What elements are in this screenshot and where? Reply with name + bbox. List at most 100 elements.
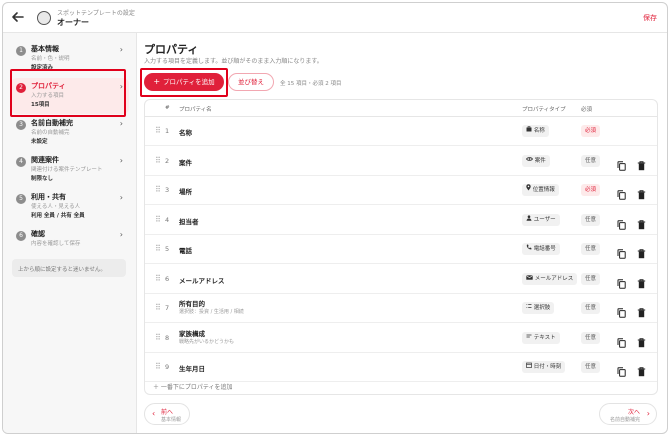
required-badge: 任意 xyxy=(581,154,601,167)
step-desc: 使える人・見える人 xyxy=(31,204,81,210)
chevron-right-icon: › xyxy=(119,45,123,54)
trash-icon[interactable] xyxy=(637,156,647,170)
copy-icon[interactable] xyxy=(617,333,627,348)
template-avatar xyxy=(37,11,51,25)
column-header-name: プロパティ名 xyxy=(179,107,212,113)
trash-icon[interactable] xyxy=(637,333,647,347)
required-badge: 任意 xyxy=(581,243,601,255)
header-title: オーナー xyxy=(57,18,89,27)
property-name: 名称 xyxy=(179,129,192,137)
property-type-label: 位置情報 xyxy=(532,187,555,193)
table-row[interactable]: ⠿ 2 案件 案件 任意 xyxy=(145,147,657,176)
drag-handle-icon[interactable]: ⠿ xyxy=(155,215,161,224)
drag-handle-icon[interactable]: ⠿ xyxy=(155,126,161,135)
property-type-badge: メールアドレス xyxy=(522,272,578,285)
step-status: 制限なし xyxy=(31,176,54,182)
step-usage-sharing[interactable]: 5 利用・共有 使える人・見える人 利用 全員 / 共有 全員 › xyxy=(11,189,129,225)
link-icon xyxy=(525,156,534,164)
property-name: 所有目的 xyxy=(179,300,205,308)
back-arrow-icon[interactable] xyxy=(11,10,27,26)
drag-handle-icon[interactable]: ⠿ xyxy=(155,333,161,342)
table-header: # プロパティ名 プロパティタイプ 必須 xyxy=(145,100,657,117)
table-row[interactable]: ⠿ 3 場所 位置情報 必須 xyxy=(145,176,657,205)
sort-button[interactable]: 並び替え xyxy=(228,73,274,91)
required-badge: 任意 xyxy=(581,361,601,373)
table-row[interactable]: ⠿ 5 電話 電話番号 任意 xyxy=(145,235,657,264)
table-row[interactable]: ⠿ 8 家族構成 戦略先がいるかどうかも テキスト 任意 xyxy=(145,324,657,353)
steps-sidebar: 1 基本情報 名前・色・説明 設定済み › 2 プロパティ 入力する項目 15項… xyxy=(3,33,137,433)
step-status: 利用 全員 / 共有 全員 xyxy=(31,213,85,219)
row-number: 7 xyxy=(165,304,170,312)
step-number: 6 xyxy=(16,231,26,241)
property-type-badge: 名称 xyxy=(522,125,549,137)
chevron-right-icon: › xyxy=(119,119,123,128)
app-window: スポットテンプレートの設定 オーナー 保存 1 基本情報 名前・色・説明 設定済… xyxy=(2,2,668,434)
trash-icon[interactable] xyxy=(637,244,647,259)
row-number: 9 xyxy=(165,363,170,371)
step-name-autocomplete[interactable]: 3 名前自動補完 名前の自動補完 未設定 › xyxy=(11,115,129,151)
header-subtitle: スポットテンプレートの設定 xyxy=(57,10,135,17)
add-property-bottom-link[interactable]: ＋ 一番下にプロパティを追加 xyxy=(153,382,233,391)
drag-handle-icon[interactable]: ⠿ xyxy=(155,244,161,253)
top-bar: スポットテンプレートの設定 オーナー 保存 xyxy=(3,3,667,33)
property-type-badge: 案件 xyxy=(522,154,550,167)
copy-icon[interactable] xyxy=(617,244,627,259)
required-badge: 任意 xyxy=(581,331,601,344)
table-row[interactable]: ⠿ 1 名称 名称 必須 xyxy=(145,117,657,146)
page-description: 入力する項目を定義します。並び順がそのまま入力順になります。 xyxy=(144,58,323,65)
property-type-badge: ユーザー xyxy=(522,213,560,226)
copy-icon[interactable] xyxy=(617,156,627,171)
page-title: プロパティ xyxy=(144,43,199,56)
user-icon xyxy=(526,214,532,223)
table-row[interactable]: ⠿ 9 生年月日 日付・時刻 任意 xyxy=(145,353,657,382)
row-number: 3 xyxy=(165,186,170,194)
drag-handle-icon[interactable]: ⠿ xyxy=(155,156,161,165)
step-desc: 関連付ける案件テンプレート xyxy=(31,167,103,173)
trash-icon[interactable] xyxy=(637,362,647,377)
step-desc: 名前の自動補完 xyxy=(31,130,70,136)
row-number: 8 xyxy=(165,333,170,342)
trash-icon[interactable] xyxy=(637,185,647,200)
step-title: 名前自動補完 xyxy=(31,119,73,127)
prev-sublabel: 基本情報 xyxy=(161,417,182,423)
trash-icon[interactable] xyxy=(637,215,647,229)
next-step-button[interactable]: 次へ 名前自動補完 › xyxy=(599,403,657,425)
property-type-badge: テキスト xyxy=(522,331,560,344)
step-related-projects[interactable]: 4 関連案件 関連付ける案件テンプレート 制限なし › xyxy=(11,152,129,188)
trash-icon[interactable] xyxy=(637,274,647,288)
prev-step-button[interactable]: ‹ 前へ 基本情報 xyxy=(144,403,190,425)
row-number: 5 xyxy=(165,245,170,253)
property-name: メールアドレス xyxy=(179,276,225,285)
property-type-label: テキスト xyxy=(533,334,556,341)
table-row[interactable]: ⠿ 6 メールアドレス メールアドレス 任意 xyxy=(145,265,657,294)
copy-icon[interactable] xyxy=(617,215,627,230)
property-type-label: ユーザー xyxy=(533,216,556,223)
copy-icon[interactable] xyxy=(617,303,627,318)
arrow-right-icon: › xyxy=(646,409,650,418)
drag-handle-icon[interactable]: ⠿ xyxy=(155,185,161,194)
save-button[interactable]: 保存 xyxy=(643,13,657,23)
column-header-type: プロパティタイプ xyxy=(522,107,566,113)
step-title: 確認 xyxy=(31,230,45,238)
copy-icon[interactable] xyxy=(617,362,627,377)
drag-handle-icon[interactable]: ⠿ xyxy=(155,362,161,371)
drag-handle-icon[interactable]: ⠿ xyxy=(155,303,161,312)
drag-handle-icon[interactable]: ⠿ xyxy=(155,274,161,283)
property-type-label: 案件 xyxy=(534,157,546,164)
step-confirm[interactable]: 6 確認 内容を確認して保存 › xyxy=(11,226,129,262)
property-type-badge: 選択肢 xyxy=(522,302,555,314)
chevron-right-icon: › xyxy=(119,156,123,165)
table-row[interactable]: ⠿ 4 担当者 ユーザー 任意 xyxy=(145,206,657,235)
row-number: 4 xyxy=(165,215,170,224)
trash-icon[interactable] xyxy=(637,303,647,318)
property-name: 担当者 xyxy=(179,217,199,226)
prev-label: 前へ xyxy=(161,409,174,416)
location-pin-icon xyxy=(526,184,531,193)
table-row[interactable]: ⠿ 7 所有目的 選択肢：投資 / 生活用 / 相続 選択肢 任意 xyxy=(145,294,657,323)
next-sublabel: 名前自動補完 xyxy=(609,417,640,423)
row-number: 6 xyxy=(165,274,170,283)
required-badge: 任意 xyxy=(581,213,601,226)
required-badge: 任意 xyxy=(581,272,601,285)
copy-icon[interactable] xyxy=(617,185,627,200)
copy-icon[interactable] xyxy=(617,274,627,289)
